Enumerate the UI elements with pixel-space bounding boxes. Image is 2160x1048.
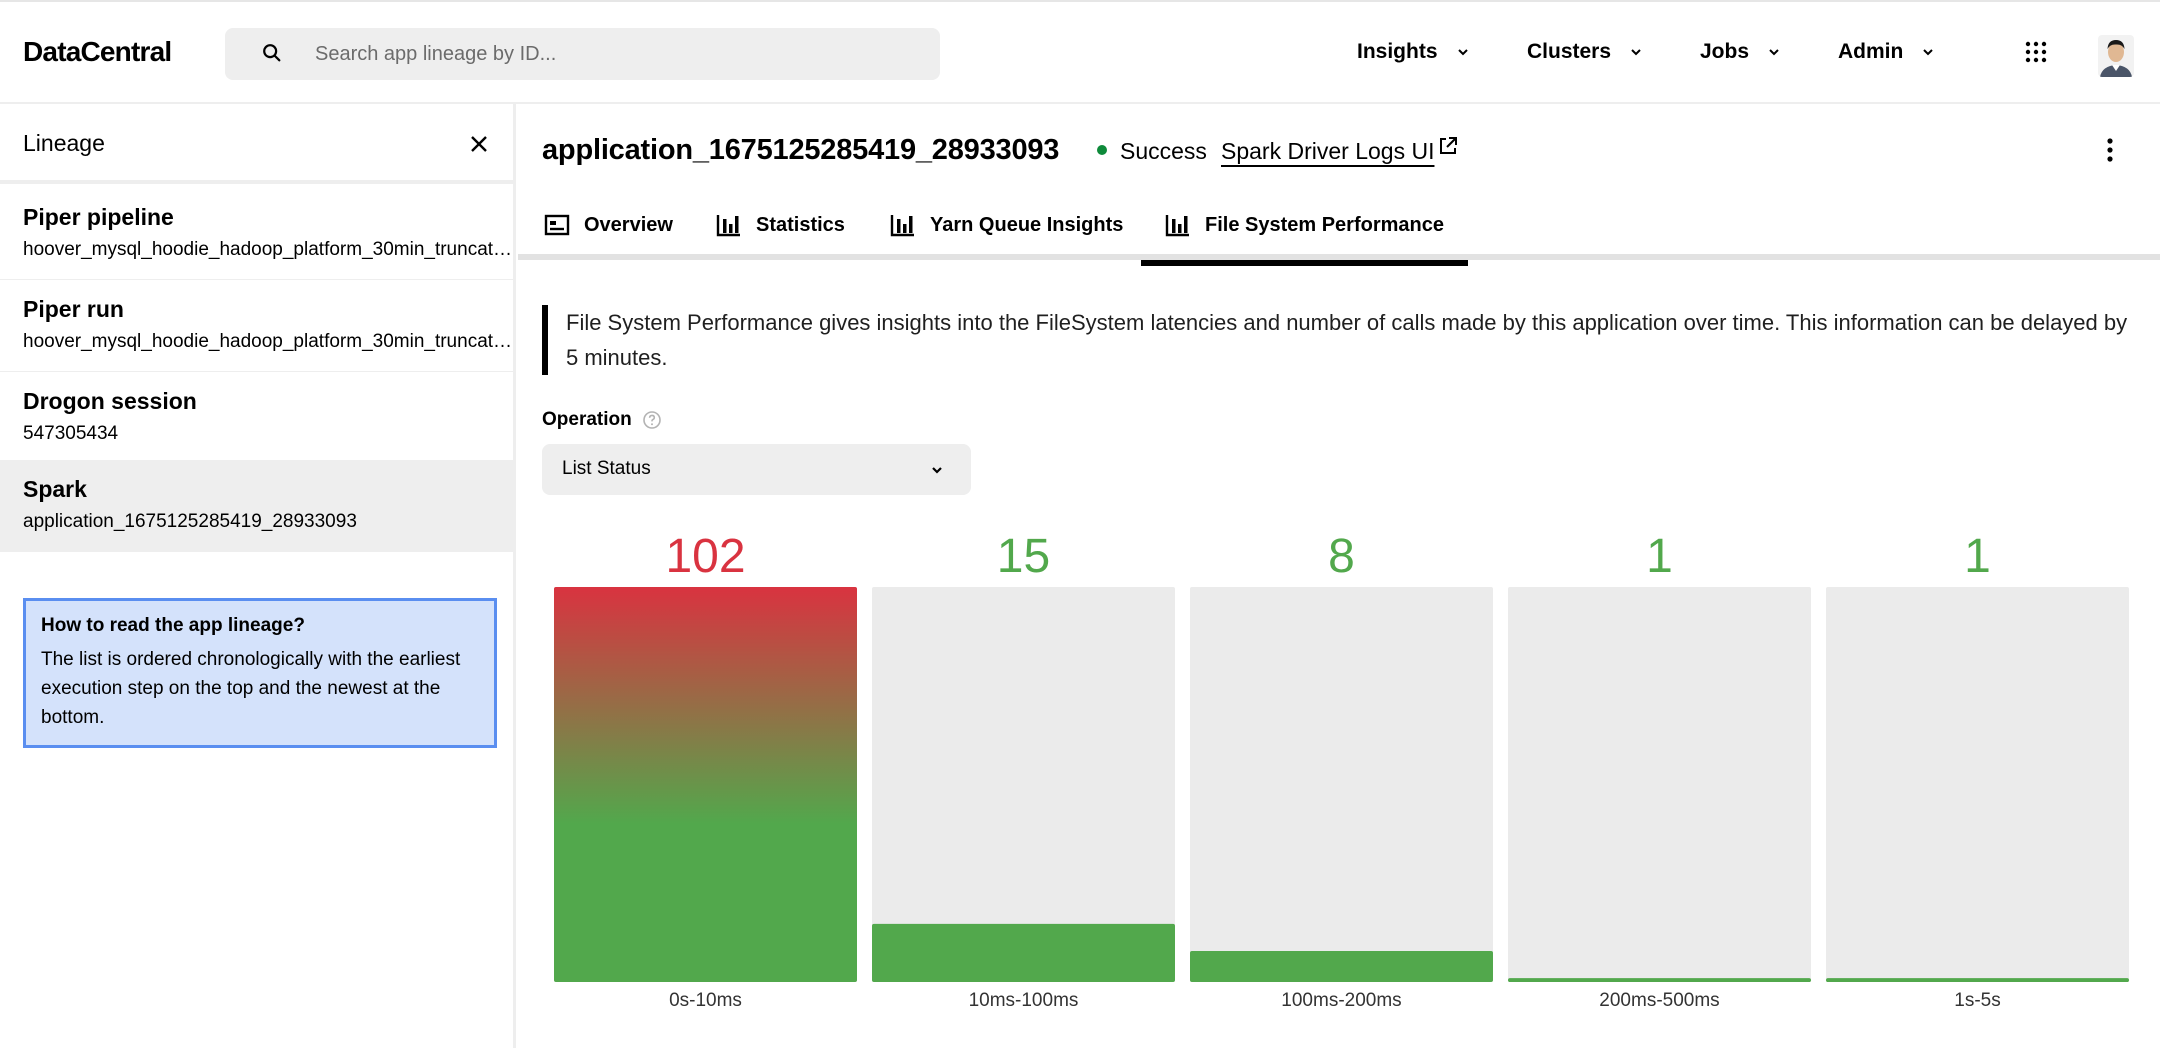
category-label: 10ms-100ms <box>969 990 1079 1011</box>
sidebar-item-subtitle: hoover_mysql_hoodie_hadoop_platform_30mi… <box>23 331 513 352</box>
sidebar-item-title: Piper pipeline <box>23 204 174 230</box>
spark-driver-logs-link[interactable]: Spark Driver Logs UI <box>1221 137 1458 165</box>
bar-chart-icon <box>890 215 914 237</box>
sidebar-item-piper-pipeline[interactable]: Piper pipeline hoover_mysql_hoodie_hadoo… <box>0 188 516 280</box>
sidebar-item-subtitle: 547305434 <box>23 423 119 444</box>
sidebar-item-title: Piper run <box>23 296 124 322</box>
bar-track <box>872 587 1175 982</box>
bar-200ms-500ms[interactable] <box>1508 978 1811 982</box>
nav-clusters[interactable]: Clusters <box>1527 40 1643 64</box>
operation-label-text: Operation <box>542 409 632 430</box>
more-options-icon[interactable] <box>2100 136 2120 164</box>
bar-track <box>1826 587 2129 982</box>
status-badge: Success <box>1120 138 1207 164</box>
chevron-down-icon <box>1923 49 1934 56</box>
lineage-help-box: How to read the app lineage? The list is… <box>23 598 497 748</box>
bar-100ms-200ms[interactable] <box>1190 951 1493 982</box>
close-icon[interactable] <box>468 133 490 155</box>
operation-select-value: List Status <box>562 458 651 479</box>
top-bar: DataCentral Insights Clusters Jobs Admin <box>0 0 2160 104</box>
external-link-icon <box>1440 137 1458 154</box>
tab-yarn-queue-insights[interactable]: Yarn Queue Insights <box>890 190 1123 260</box>
chevron-down-icon <box>1631 49 1641 56</box>
category-label: 0s-10ms <box>669 990 742 1011</box>
help-title: How to read the app lineage? <box>41 615 305 636</box>
category-label: 100ms-200ms <box>1281 990 1401 1011</box>
bar-1s-5s[interactable] <box>1826 978 2129 982</box>
bar-0s-10ms[interactable] <box>554 587 857 982</box>
tab-overview[interactable]: Overview <box>544 190 673 260</box>
tab-file-system-performance[interactable]: File System Performance <box>1141 190 1468 266</box>
category-label: 1s-5s <box>1954 990 2000 1011</box>
sidebar-item-drogon-session[interactable]: Drogon session 547305434 <box>0 372 516 464</box>
bar-value-label: 1 <box>1964 530 1991 583</box>
sidebar-item-piper-run[interactable]: Piper run hoover_mysql_hoodie_hadoop_pla… <box>0 280 516 372</box>
sidebar-item-title: Drogon session <box>23 388 197 414</box>
nav-admin[interactable]: Admin <box>1838 40 1935 64</box>
sidebar-item-spark[interactable]: Spark application_1675125285419_28933093 <box>0 460 516 552</box>
bar-value-label: 8 <box>1328 530 1355 583</box>
bar-track <box>1190 587 1493 982</box>
search-box[interactable] <box>225 28 940 80</box>
tab-file-system-performance-label: File System Performance <box>1205 213 1444 236</box>
bar-chart-icon <box>716 215 740 237</box>
lineage-sidebar: Lineage Piper pipeline hoover_mysql_hood… <box>0 104 516 1048</box>
category-label: 200ms-500ms <box>1599 990 1719 1011</box>
search-input[interactable] <box>315 28 915 80</box>
chevron-down-icon <box>932 467 942 474</box>
chevron-down-icon <box>1769 49 1779 56</box>
nav-insights-label: Insights <box>1357 40 1438 63</box>
spark-driver-logs-label: Spark Driver Logs UI <box>1221 138 1435 164</box>
tab-statistics-label: Statistics <box>756 213 845 236</box>
tab-bar: Overview Statistics Yarn Queue Insights … <box>518 190 2160 266</box>
sidebar-item-title: Spark <box>23 476 87 502</box>
page-title: application_1675125285419_28933093 <box>542 134 1060 166</box>
help-text: The list is ordered chronologically with… <box>41 649 461 728</box>
bar-chart-icon <box>1165 215 1189 237</box>
help-circle-icon[interactable] <box>642 410 662 430</box>
nav-clusters-label: Clusters <box>1527 40 1612 63</box>
overview-icon <box>544 214 570 236</box>
avatar[interactable] <box>2098 35 2134 77</box>
bar-value-label: 15 <box>997 530 1050 583</box>
search-icon <box>263 44 281 62</box>
operation-select[interactable]: List Status <box>542 444 971 495</box>
bar-10ms-100ms[interactable] <box>872 923 1175 982</box>
nav-jobs[interactable]: Jobs <box>1700 40 1781 64</box>
status-dot <box>1097 145 1107 155</box>
tab-yarn-queue-insights-label: Yarn Queue Insights <box>930 213 1124 236</box>
sidebar-title: Lineage <box>23 130 105 156</box>
chevron-down-icon <box>1457 49 1468 56</box>
nav-admin-label: Admin <box>1838 40 1904 63</box>
info-callout: File System Performance gives insights i… <box>542 305 2142 375</box>
tab-statistics[interactable]: Statistics <box>716 190 845 260</box>
bar-value-label: 102 <box>665 530 745 583</box>
bar-track <box>1508 587 1811 982</box>
bar-value-label: 1 <box>1646 530 1673 583</box>
sidebar-item-subtitle: hoover_mysql_hoodie_hadoop_platform_30mi… <box>23 239 513 260</box>
nav-insights[interactable]: Insights <box>1357 40 1470 64</box>
operation-label: Operation <box>542 409 662 431</box>
app-logo[interactable]: DataCentral <box>23 36 172 68</box>
app-grid-icon[interactable] <box>2024 40 2048 64</box>
tab-overview-label: Overview <box>584 213 673 236</box>
sidebar-item-subtitle: application_1675125285419_28933093 <box>23 511 357 532</box>
nav-jobs-label: Jobs <box>1700 40 1750 63</box>
latency-histogram-chart: 102 0s-10ms 15 10ms-100ms 8 100ms-200ms 1 200ms… <box>554 530 2129 1011</box>
sidebar-header: Lineage <box>0 104 516 184</box>
